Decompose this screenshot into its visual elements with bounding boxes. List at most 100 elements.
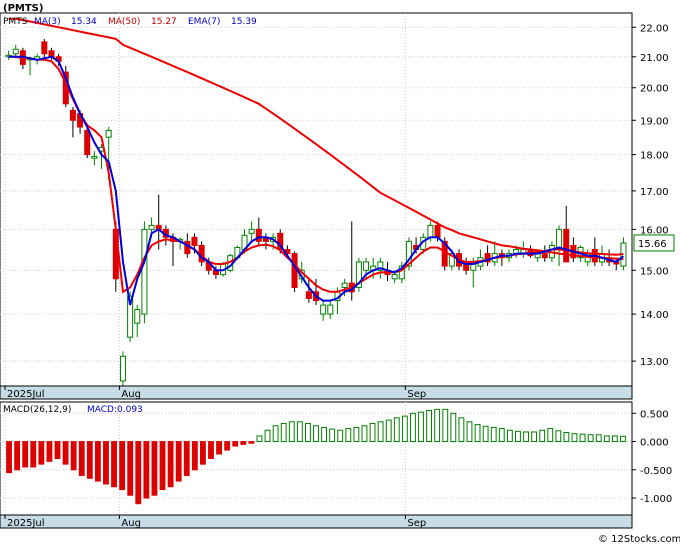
macd-bar — [167, 441, 174, 488]
candle-body — [563, 228, 570, 263]
macd-tick-label: -1.000 — [640, 494, 672, 505]
macd-bar — [458, 417, 465, 443]
price-tick-label: 21.00 — [640, 53, 669, 64]
macd-bar — [175, 441, 182, 482]
macd-bar — [321, 426, 328, 443]
macd-bar — [264, 429, 271, 443]
macd-bar — [418, 411, 424, 443]
macd-xtick-label: Aug — [121, 518, 141, 529]
macd-bar — [571, 433, 578, 443]
macd-bar — [547, 428, 554, 443]
macd-bar — [288, 421, 295, 443]
macd-bar — [240, 441, 247, 445]
macd-bar — [127, 441, 134, 496]
macd-bar — [272, 425, 279, 443]
macd-bar — [208, 441, 214, 459]
macd-xtick-label: Sep — [407, 518, 426, 529]
candle-body — [541, 253, 548, 259]
candle-body — [305, 291, 312, 299]
watermark: © 12Stocks.com — [598, 534, 680, 545]
macd-bar — [361, 425, 368, 443]
macd-bar — [111, 441, 117, 488]
macd-bar — [579, 433, 586, 443]
macd-bar — [620, 435, 626, 443]
macd-bar — [199, 441, 206, 465]
candle-body — [148, 224, 155, 230]
macd-bar — [539, 429, 546, 443]
macd-bar — [603, 435, 610, 443]
candle-body — [12, 48, 19, 55]
candle-body — [41, 41, 48, 55]
candle-body — [248, 228, 255, 234]
macd-bar — [410, 412, 416, 443]
candle-body — [427, 224, 434, 238]
price-panel-frame — [0, 12, 633, 387]
macd-bar — [393, 417, 400, 443]
macd-bar — [563, 432, 570, 443]
price-tick-label: 17.00 — [640, 187, 669, 198]
chart-title: (PMTS) — [3, 3, 43, 14]
macd-bar — [587, 434, 594, 443]
price-legend-item: PMTS — [3, 17, 28, 27]
macd-bar — [523, 431, 529, 443]
macd-bar — [14, 441, 21, 471]
macd-bar — [337, 429, 344, 443]
macd-bar — [555, 430, 562, 443]
macd-bar — [70, 441, 77, 471]
price-tick-label: 20.00 — [640, 84, 669, 95]
price-xtick-label: Sep — [407, 389, 426, 400]
chart-canvas: (PMTS)22.0021.0020.0019.0018.0017.0016.0… — [0, 0, 680, 546]
candle-body — [141, 228, 148, 315]
macd-bar — [256, 435, 263, 443]
macd-bar — [224, 441, 231, 451]
macd-bar — [498, 428, 505, 443]
macd-bar — [38, 441, 45, 465]
candle — [119, 351, 126, 386]
macd-bar — [296, 421, 303, 443]
macd-bar — [304, 422, 311, 443]
candle-body — [105, 129, 112, 138]
macd-tick-label: 0.500 — [640, 409, 669, 420]
macd-bar — [216, 441, 222, 455]
macd-bar — [143, 441, 150, 499]
macd-bar — [385, 419, 392, 443]
macd-bar — [313, 425, 319, 443]
macd-bar — [426, 409, 433, 443]
macd-bar — [377, 421, 384, 443]
candle-body — [255, 228, 262, 242]
macd-bar — [369, 422, 376, 443]
candle-body — [341, 282, 348, 288]
candle — [355, 257, 362, 292]
macd-bar — [466, 421, 473, 443]
last-price-label: 15.66 — [638, 239, 667, 250]
macd-bar — [248, 441, 255, 444]
macd-bar — [490, 426, 497, 443]
macd-xaxis-band — [0, 514, 633, 529]
macd-xtick-label: 2025Jul — [7, 518, 45, 529]
candle-body — [291, 253, 298, 288]
candle-body — [69, 109, 76, 121]
price-xaxis-band — [0, 385, 633, 400]
candle-body — [434, 224, 441, 238]
macd-bar — [159, 441, 166, 491]
price-tick-label: 19.00 — [640, 116, 669, 127]
macd-bar — [183, 441, 190, 476]
price-tick-label: 14.00 — [640, 310, 669, 321]
macd-bar — [329, 428, 336, 443]
candle-body — [134, 309, 141, 324]
macd-bar — [86, 441, 93, 479]
candle-body — [119, 355, 126, 382]
price-xtick-label: 2025Jul — [7, 389, 45, 400]
price-xtick-label: Aug — [121, 389, 141, 400]
price-tick-label: 18.00 — [640, 151, 669, 162]
price-legend-item: EMA(7) — [188, 17, 220, 27]
macd-bar — [401, 415, 408, 443]
macd-bar — [515, 430, 521, 443]
candle-body — [84, 129, 91, 156]
macd-bar — [353, 426, 360, 443]
candle — [141, 221, 148, 324]
macd-tick-label: 0.000 — [640, 438, 669, 449]
price-legend-item: MA(3) — [34, 17, 61, 27]
macd-bar — [62, 441, 69, 465]
candle-body — [391, 274, 398, 280]
